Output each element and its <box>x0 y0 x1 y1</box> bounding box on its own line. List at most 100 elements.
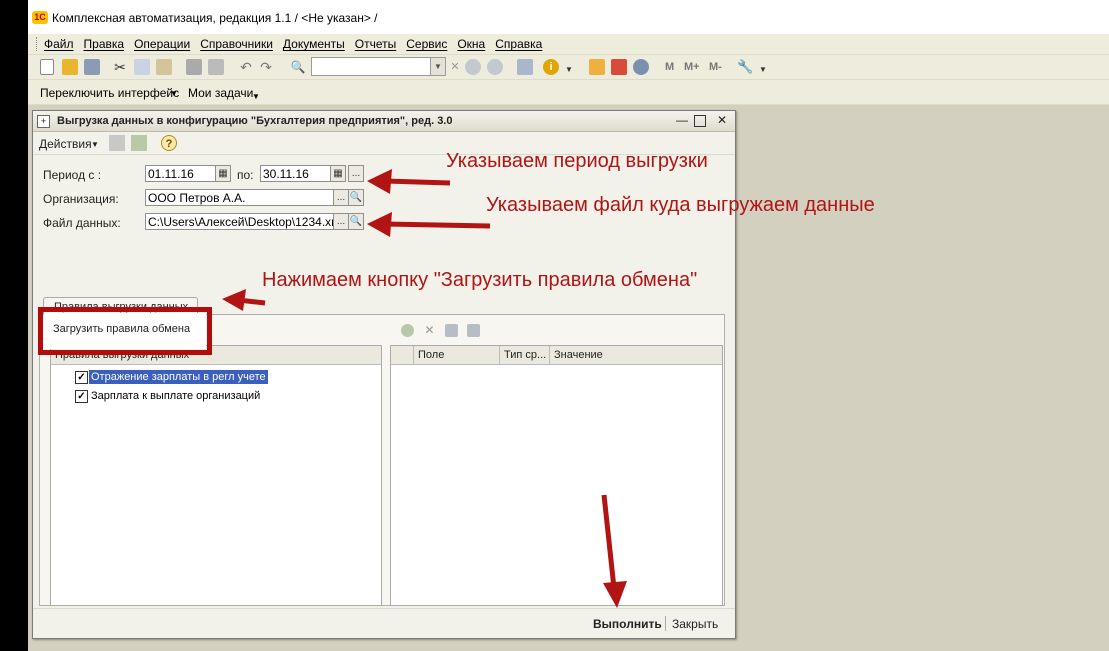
organization-label: Организация: <box>43 192 119 206</box>
memory-plus-button[interactable]: M+ <box>684 61 700 73</box>
actions-dropdown-icon[interactable]: ▼ <box>91 140 99 149</box>
organization-input[interactable]: ООО Петров А.А. <box>145 189 335 206</box>
period-from-calendar-icon[interactable]: ▦ <box>215 165 231 182</box>
cut-icon[interactable]: ✂ <box>112 59 128 75</box>
tree-item-label: Зарплата к выплате организаций <box>91 390 261 402</box>
export-settings-icon[interactable] <box>109 135 125 151</box>
data-file-select-button[interactable]: ... <box>333 213 349 230</box>
footer-separator <box>665 616 666 631</box>
minimize-icon[interactable]: — <box>675 113 689 127</box>
parameters-table-header: Поле Тип ср... Значение <box>391 346 722 365</box>
tools-dropdown-icon[interactable]: ▼ <box>755 59 771 75</box>
period-select-button[interactable]: ... <box>348 165 364 182</box>
menu-operations[interactable]: Операции <box>134 37 190 51</box>
clear-search-icon[interactable]: ✕ <box>447 59 463 75</box>
export-rules-panel: Загрузить правила обмена Правила выгрузк… <box>39 314 725 606</box>
duplicate-row-icon[interactable] <box>467 324 480 337</box>
new-document-icon[interactable] <box>40 59 54 75</box>
organization-search-icon[interactable]: 🔍 <box>348 189 364 206</box>
menu-help[interactable]: Справка <box>495 37 542 51</box>
dialog-title: Выгрузка данных в конфигурацию "Бухгалте… <box>57 115 453 127</box>
period-to-calendar-icon[interactable]: ▦ <box>330 165 346 182</box>
menu-windows[interactable]: Окна <box>457 37 485 51</box>
close-button[interactable]: Закрыть <box>672 617 718 631</box>
paste-icon[interactable] <box>156 59 172 75</box>
checkbox-checked-icon[interactable]: ✓ <box>75 390 88 403</box>
my-tasks-dropdown-icon[interactable]: ▼ <box>252 92 260 101</box>
switch-interface-button[interactable]: Переключить интерфейс <box>40 86 179 100</box>
menu-catalogs[interactable]: Справочники <box>200 37 273 51</box>
main-toolbar: ✂ ↶ ↷ 🔍 ▼ ✕ i ▼ M M+ M- 🔧 ▼ <box>28 55 1109 80</box>
tree-item-label: Отражение зарплаты в регл учете <box>89 370 268 384</box>
organization-select-button[interactable]: ... <box>333 189 349 206</box>
dialog-footer: Выполнить Закрыть <box>33 608 735 639</box>
actions-menu[interactable]: Действия <box>39 137 92 151</box>
menu-edit[interactable]: Правка <box>84 37 125 51</box>
period-to-label: по: <box>237 168 254 182</box>
calculator-icon[interactable] <box>589 59 605 75</box>
memory-minus-button[interactable]: M- <box>709 61 722 73</box>
open-folder-icon[interactable] <box>62 59 78 75</box>
menu-grip <box>36 37 39 51</box>
annotation-file: Указываем файл куда выгружаем данные <box>486 194 875 216</box>
calendar-icon[interactable] <box>611 59 627 75</box>
data-file-search-icon[interactable]: 🔍 <box>348 213 364 230</box>
redo-icon[interactable]: ↷ <box>258 59 274 75</box>
copy-row-icon[interactable] <box>445 324 458 337</box>
undo-icon[interactable]: ↶ <box>238 59 254 75</box>
windows-icon[interactable] <box>517 59 533 75</box>
my-tasks-button[interactable]: Мои задачи <box>188 86 253 100</box>
run-button[interactable]: Выполнить <box>593 617 662 631</box>
column-header-type[interactable]: Тип ср... <box>504 349 546 361</box>
annotation-period: Указываем период выгрузки <box>446 150 708 172</box>
checkbox-checked-icon[interactable]: ✓ <box>75 371 88 384</box>
search-dropdown-icon[interactable]: ▼ <box>430 57 446 76</box>
save-icon[interactable] <box>84 59 100 75</box>
dialog-titlebar: + Выгрузка данных в конфигурацию "Бухгал… <box>33 111 735 132</box>
period-label: Период с : <box>43 168 102 182</box>
column-separator <box>413 346 414 364</box>
export-rules-tree: Правила выгрузки данных ✓ Отражение зарп… <box>50 345 382 606</box>
secondary-toolbar: Переключить интерфейс ▼ Мои задачи ▼ <box>28 80 1109 105</box>
annotation-button: Нажимаем кнопку "Загрузить правила обмен… <box>262 269 698 291</box>
menu-file[interactable]: Файл <box>44 37 74 51</box>
data-file-input[interactable]: C:\Users\Алексей\Desktop\1234.xml <box>145 213 335 230</box>
export-dialog: + Выгрузка данных в конфигурацию "Бухгал… <box>32 110 736 639</box>
period-from-input[interactable]: 01.11.16 <box>145 165 217 182</box>
switch-interface-dropdown-icon[interactable]: ▼ <box>170 89 178 98</box>
close-icon[interactable]: ✕ <box>715 113 729 127</box>
info-dropdown-icon[interactable]: ▼ <box>561 59 577 75</box>
search-icon[interactable]: 🔍 <box>290 59 306 75</box>
print-preview-icon[interactable] <box>208 59 224 75</box>
menu-bar: Файл Правка Операции Справочники Докумен… <box>28 34 1109 55</box>
data-file-label: Файл данных: <box>43 216 121 230</box>
search-input[interactable] <box>311 57 431 76</box>
tools-icon[interactable]: 🔧 <box>737 59 753 75</box>
dialog-icon: + <box>37 115 50 128</box>
column-separator <box>499 346 500 364</box>
copy-icon[interactable] <box>134 59 150 75</box>
menu-service[interactable]: Сервис <box>406 37 447 51</box>
parameters-table: Поле Тип ср... Значение <box>390 345 723 606</box>
annotation-highlight-box <box>38 307 212 355</box>
column-header-field[interactable]: Поле <box>418 349 444 361</box>
memory-button[interactable]: M <box>665 61 674 73</box>
import-settings-icon[interactable] <box>131 135 147 151</box>
print-icon[interactable] <box>186 59 202 75</box>
help-icon[interactable]: ? <box>161 135 177 151</box>
users-icon[interactable] <box>633 59 649 75</box>
menu-reports[interactable]: Отчеты <box>355 37 396 51</box>
app-title: Комплексная автоматизация, редакция 1.1 … <box>52 11 378 25</box>
search-prev-icon[interactable] <box>487 59 503 75</box>
menu-documents[interactable]: Документы <box>283 37 345 51</box>
search-next-icon[interactable] <box>465 59 481 75</box>
column-header-value[interactable]: Значение <box>554 349 603 361</box>
delete-icon[interactable]: ✕ <box>423 324 436 337</box>
column-separator <box>549 346 550 364</box>
app-titlebar: 1С Комплексная автоматизация, редакция 1… <box>28 0 1109 34</box>
period-to-input[interactable]: 30.11.16 <box>260 165 332 182</box>
maximize-icon[interactable] <box>694 115 706 127</box>
info-icon[interactable]: i <box>543 59 559 75</box>
add-icon[interactable] <box>401 324 414 337</box>
app-logo-icon: 1С <box>32 11 48 24</box>
